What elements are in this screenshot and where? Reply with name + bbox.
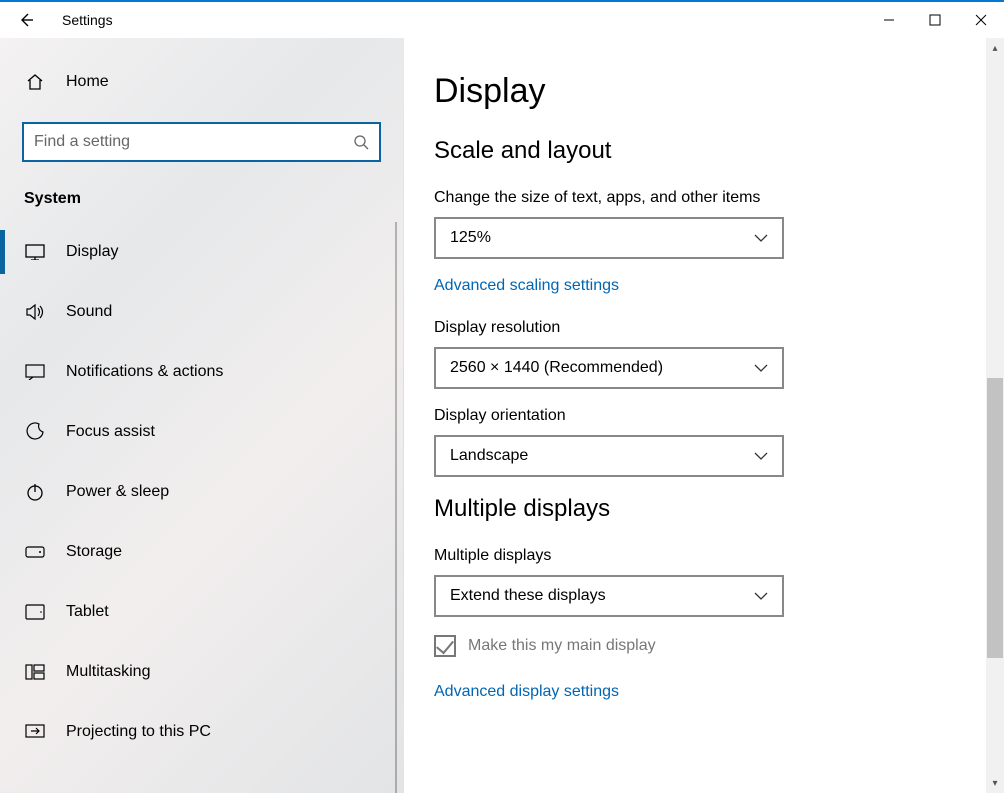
sidebar-item-label: Projecting to this PC [66, 723, 211, 741]
notifications-icon [24, 364, 46, 380]
search-input[interactable] [34, 133, 353, 151]
focus-assist-icon [24, 422, 46, 442]
sidebar-item-sound[interactable]: Sound [0, 282, 403, 342]
scroll-up-icon[interactable]: ▴ [986, 38, 1004, 58]
resolution-value: 2560 × 1440 (Recommended) [450, 359, 663, 377]
resolution-dropdown[interactable]: 2560 × 1440 (Recommended) [434, 347, 784, 389]
nav-list: Display Sound Notifications & actions Fo… [0, 222, 403, 793]
content-scrollbar[interactable]: ▴ ▾ [986, 38, 1004, 793]
sidebar-item-tablet[interactable]: Tablet [0, 582, 403, 642]
sidebar: Home System Display Sound [0, 38, 404, 793]
sidebar-item-projecting[interactable]: Projecting to this PC [0, 702, 403, 762]
chevron-down-icon [754, 234, 768, 242]
content-pane: Display Scale and layout Change the size… [404, 38, 1004, 793]
orientation-label: Display orientation [434, 407, 968, 425]
main-display-checkbox [434, 635, 456, 657]
sidebar-item-storage[interactable]: Storage [0, 522, 403, 582]
close-icon [975, 14, 987, 26]
power-icon [24, 483, 46, 501]
sidebar-item-label: Storage [66, 543, 122, 561]
sidebar-item-display[interactable]: Display [0, 222, 403, 282]
settings-window: Settings Home System [0, 0, 1004, 793]
scrollbar-thumb[interactable] [987, 378, 1003, 658]
category-label: System [24, 190, 403, 208]
scale-label: Change the size of text, apps, and other… [434, 189, 968, 207]
home-label: Home [66, 73, 109, 91]
search-icon [353, 134, 369, 150]
chevron-down-icon [754, 364, 768, 372]
section-multiple-displays: Multiple displays [434, 495, 968, 523]
back-button[interactable] [8, 2, 44, 38]
tablet-icon [24, 604, 46, 620]
chevron-down-icon [754, 452, 768, 460]
multitasking-icon [24, 664, 46, 680]
page-title: Display [434, 72, 968, 111]
maximize-button[interactable] [912, 2, 958, 38]
main-display-checkbox-row: Make this my main display [434, 635, 968, 657]
sidebar-item-multitasking[interactable]: Multitasking [0, 642, 403, 702]
scroll-down-icon[interactable]: ▾ [986, 773, 1004, 793]
body: Home System Display Sound [0, 38, 1004, 793]
projecting-icon [24, 724, 46, 740]
scale-dropdown[interactable]: 125% [434, 217, 784, 259]
sidebar-item-label: Power & sleep [66, 483, 169, 501]
chevron-down-icon [754, 592, 768, 600]
maximize-icon [929, 14, 941, 26]
sound-icon [24, 303, 46, 321]
home-nav[interactable]: Home [0, 60, 403, 104]
advanced-scaling-link[interactable]: Advanced scaling settings [434, 277, 619, 295]
main-display-checkbox-label: Make this my main display [468, 637, 656, 655]
scale-value: 125% [450, 229, 491, 247]
multi-displays-label: Multiple displays [434, 547, 968, 565]
sidebar-item-focus-assist[interactable]: Focus assist [0, 402, 403, 462]
titlebar: Settings [0, 2, 1004, 38]
storage-icon [24, 546, 46, 558]
orientation-dropdown[interactable]: Landscape [434, 435, 784, 477]
close-button[interactable] [958, 2, 1004, 38]
search-box[interactable] [22, 122, 381, 162]
multi-displays-dropdown[interactable]: Extend these displays [434, 575, 784, 617]
sidebar-item-label: Multitasking [66, 663, 150, 681]
sidebar-item-label: Tablet [66, 603, 109, 621]
sidebar-item-power-sleep[interactable]: Power & sleep [0, 462, 403, 522]
minimize-button[interactable] [866, 2, 912, 38]
sidebar-item-label: Sound [66, 303, 112, 321]
sidebar-item-label: Notifications & actions [66, 363, 223, 381]
window-title: Settings [62, 12, 113, 28]
minimize-icon [883, 14, 895, 26]
home-icon [24, 72, 46, 92]
resolution-label: Display resolution [434, 319, 968, 337]
advanced-display-link[interactable]: Advanced display settings [434, 683, 619, 701]
display-icon [24, 244, 46, 260]
multi-displays-value: Extend these displays [450, 587, 606, 605]
search-wrap [22, 122, 381, 162]
window-controls [866, 2, 1004, 38]
sidebar-item-notifications[interactable]: Notifications & actions [0, 342, 403, 402]
orientation-value: Landscape [450, 447, 528, 465]
arrow-left-icon [17, 11, 35, 29]
sidebar-item-label: Display [66, 243, 118, 261]
sidebar-scrollbar[interactable] [395, 222, 397, 793]
sidebar-item-label: Focus assist [66, 423, 155, 441]
section-scale-layout: Scale and layout [434, 137, 968, 165]
